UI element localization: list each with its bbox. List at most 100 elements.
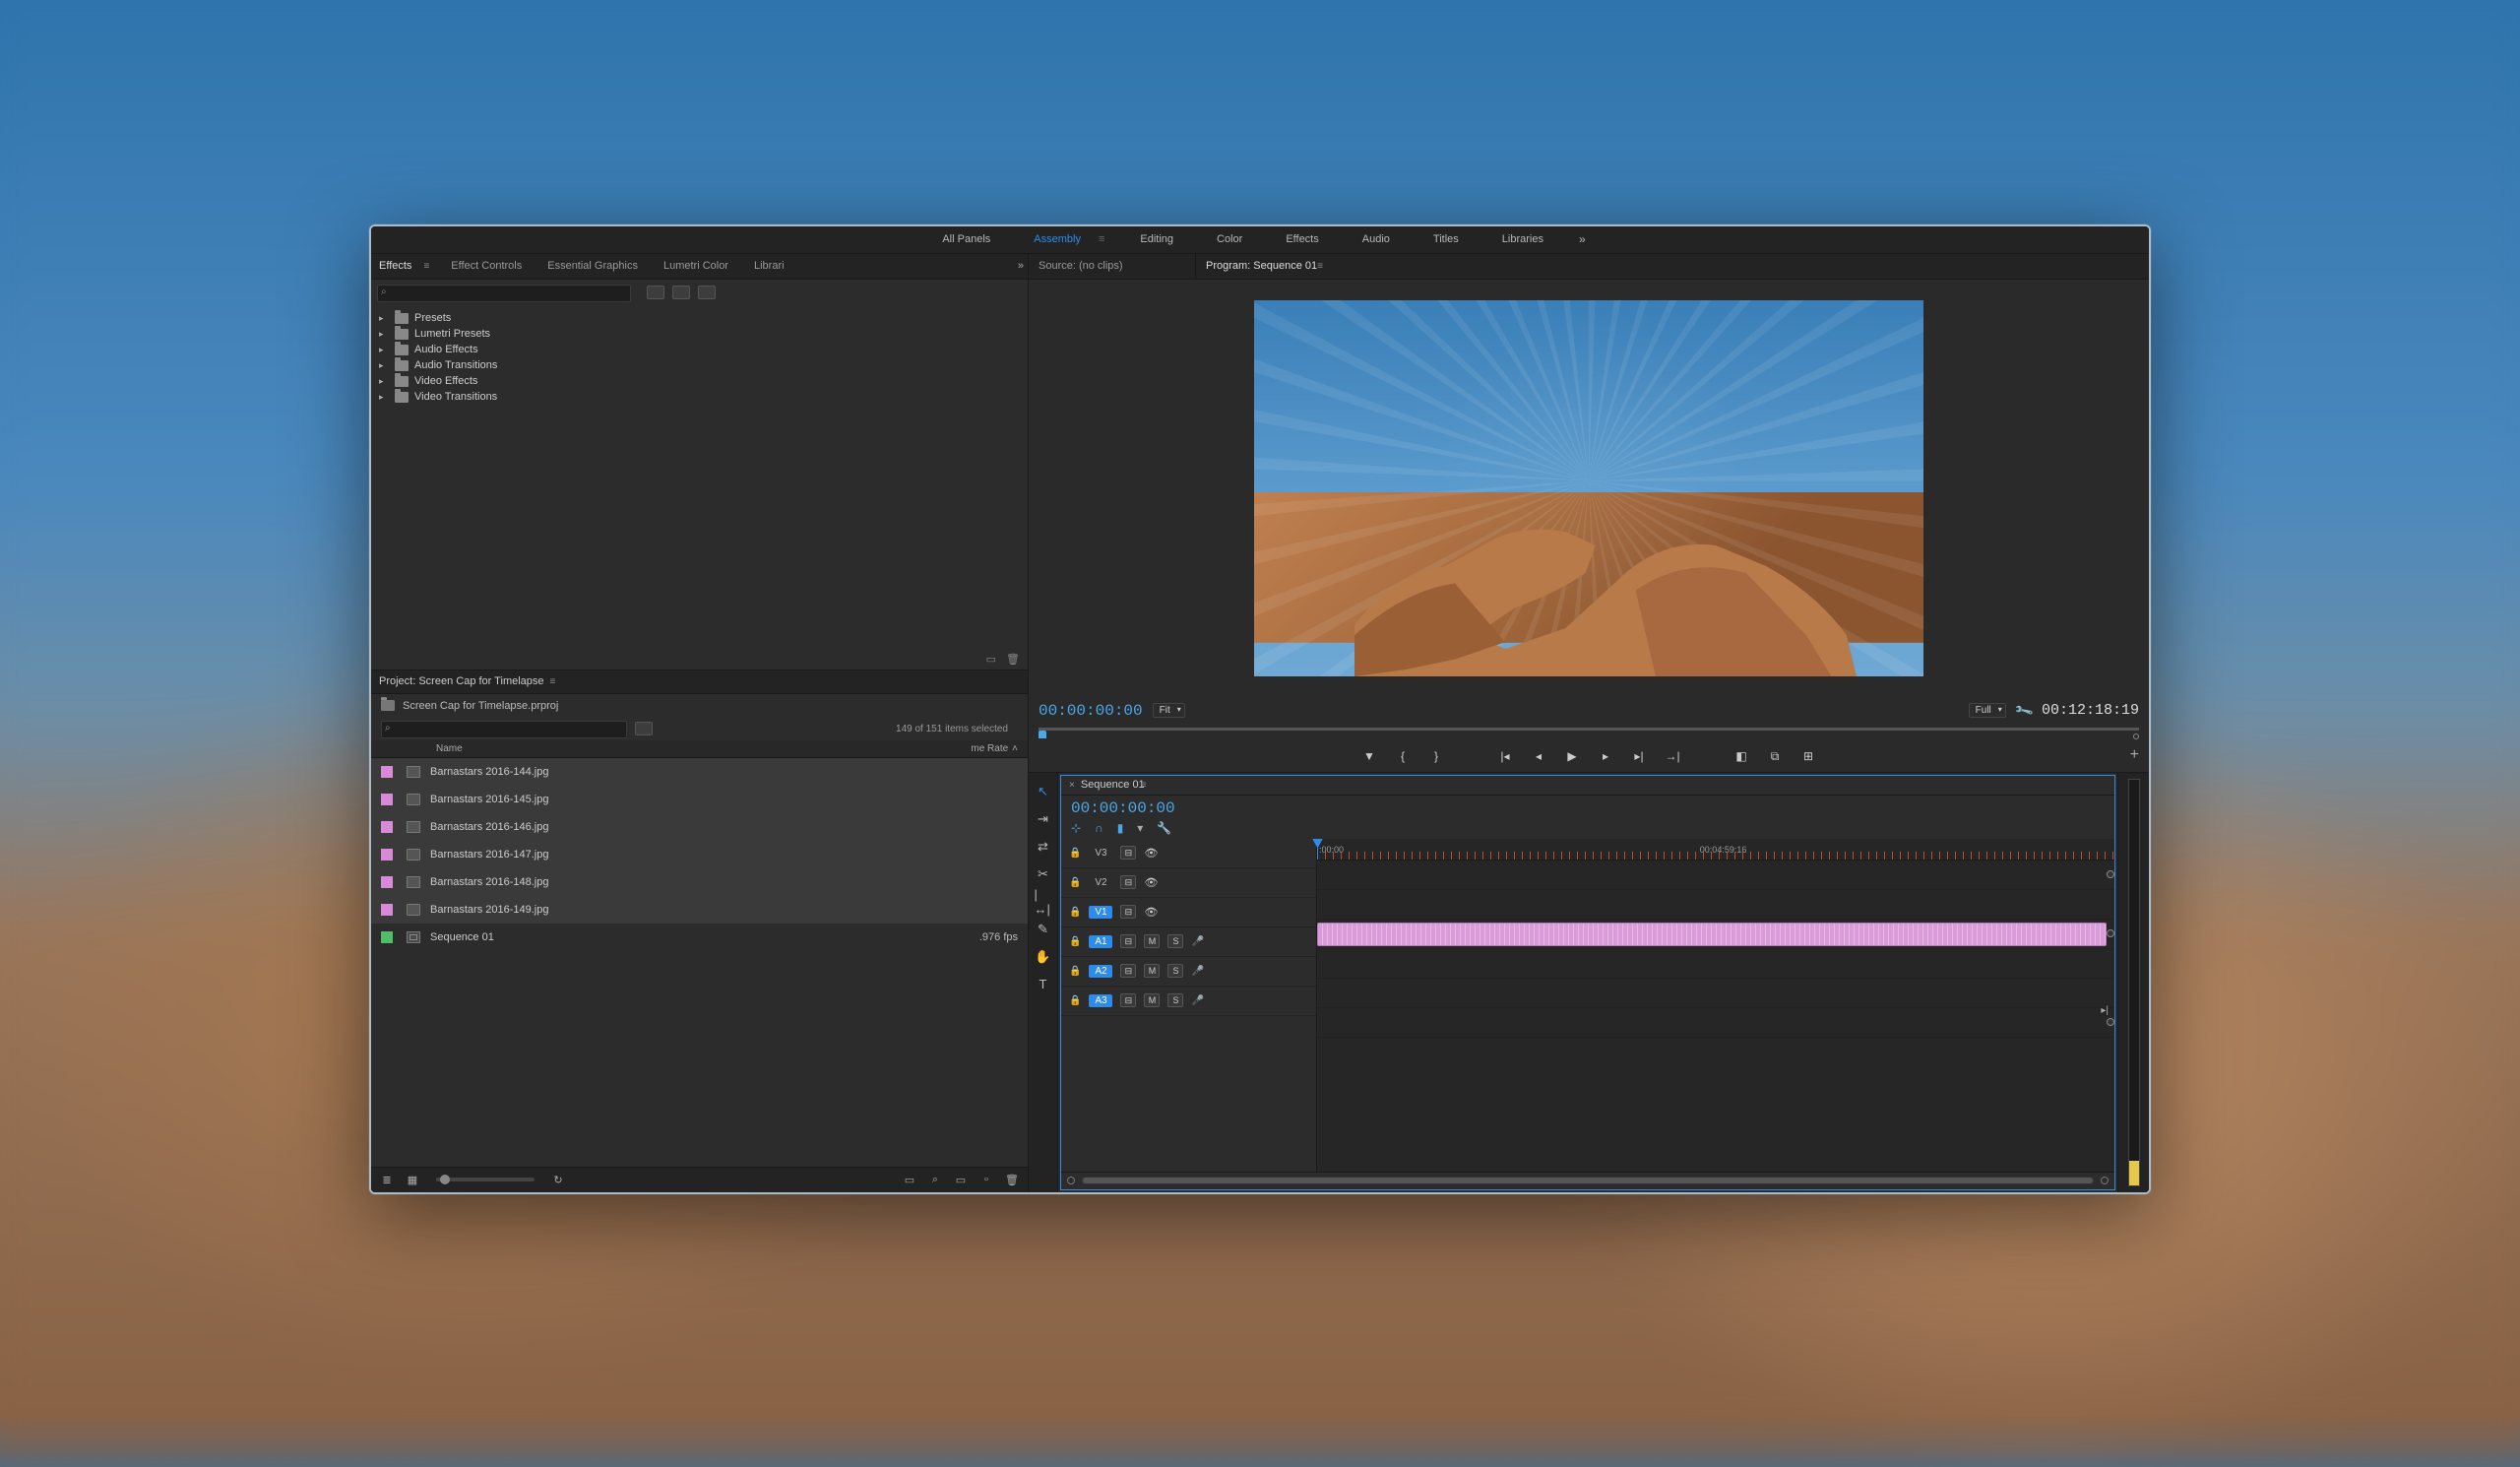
go-to-out-button[interactable]: ▸| [1630, 749, 1648, 763]
timeline-settings-icon[interactable]: ▾ [1137, 821, 1143, 835]
playhead-marker-icon[interactable] [1039, 731, 1046, 738]
sequence-tab[interactable]: Sequence 01 [1081, 779, 1145, 791]
tab-libraries-clipped[interactable]: Librari [750, 256, 788, 276]
track-select-tool[interactable]: ⇥ [1035, 810, 1052, 828]
slip-tool[interactable]: |↔| [1035, 893, 1052, 911]
new-item-button[interactable]: ▫ [978, 1173, 994, 1186]
workspace-menu-icon[interactable]: ≡ [1099, 233, 1104, 245]
clip-row[interactable]: Sequence 01.976 fps [371, 924, 1028, 951]
lock-icon[interactable]: 🔒 [1069, 848, 1081, 859]
sync-lock-icon[interactable]: ⊟ [1120, 964, 1136, 978]
tree-audio-effects[interactable]: ▸Audio Effects [371, 342, 1028, 357]
tree-video-effects[interactable]: ▸Video Effects [371, 373, 1028, 389]
work-area-marker[interactable] [2107, 1018, 2114, 1026]
track-target[interactable]: A2 [1089, 965, 1112, 978]
clip-row[interactable]: Barnastars 2016-146.jpg [371, 813, 1028, 841]
preset-filter-3-button[interactable] [698, 286, 716, 299]
selection-tool[interactable]: ↖ [1035, 783, 1052, 800]
sync-lock-icon[interactable]: ⊟ [1120, 993, 1136, 1007]
project-bin-icon[interactable] [381, 700, 395, 711]
sync-lock-icon[interactable]: ⊟ [1120, 846, 1136, 860]
razor-tool[interactable]: ✂ [1035, 865, 1052, 883]
lock-icon[interactable]: 🔒 [1069, 936, 1081, 947]
audio-track-header[interactable]: 🔒 A2 ⊟ M S 🎤 [1061, 957, 1316, 987]
audio-track-header[interactable]: 🔒 A1 ⊟ M S 🎤 [1061, 927, 1316, 957]
linked-selection-icon[interactable]: ∩ [1095, 821, 1103, 835]
lock-icon[interactable]: 🔒 [1069, 907, 1081, 918]
mark-out-button[interactable]: } [1427, 749, 1445, 763]
audio-track-header[interactable]: 🔒 A3 ⊟ M S 🎤 [1061, 987, 1316, 1016]
tab-essential-graphics[interactable]: Essential Graphics [543, 256, 642, 276]
playhead[interactable] [1317, 839, 1318, 860]
timeline-clip[interactable] [1317, 923, 2107, 946]
zoom-in-handle[interactable] [2101, 1177, 2109, 1184]
col-header-rate[interactable]: me Rate ˄ [939, 743, 1018, 754]
project-filter-button[interactable] [635, 722, 653, 735]
sync-lock-icon[interactable]: ⊟ [1120, 905, 1136, 919]
ripple-edit-tool[interactable]: ⇄ [1035, 838, 1052, 856]
export-frame-button[interactable]: ◧ [1732, 749, 1750, 763]
col-header-name[interactable]: Name [381, 743, 939, 754]
toggle-track-output-icon[interactable]: 👁 [1144, 847, 1158, 860]
voice-over-icon[interactable]: 🎤 [1191, 995, 1203, 1006]
preset-filter-1-button[interactable] [647, 286, 664, 299]
clip-row[interactable]: Barnastars 2016-147.jpg [371, 841, 1028, 868]
time-scale[interactable]: :00:00 00:04:59:16 [1317, 839, 2114, 861]
track-target[interactable]: A3 [1089, 994, 1112, 1007]
lock-icon[interactable]: 🔒 [1069, 995, 1081, 1006]
track-target[interactable]: V2 [1089, 876, 1112, 889]
workspace-all-panels[interactable]: All Panels [934, 230, 998, 248]
find-button[interactable]: ⌕ [927, 1173, 943, 1186]
settings-wrench-icon[interactable]: 🔧 [2013, 700, 2035, 722]
resolution-select[interactable]: Full [1969, 703, 2006, 718]
close-sequence-icon[interactable]: × [1069, 780, 1075, 791]
tab-effects[interactable]: Effects [375, 256, 415, 276]
workspace-titles[interactable]: Titles [1425, 230, 1467, 248]
wrench-icon[interactable]: 🔧 [1157, 821, 1171, 835]
clip-row[interactable]: Barnastars 2016-145.jpg [371, 786, 1028, 813]
out-point-icon[interactable] [2133, 734, 2139, 739]
toggle-track-output-icon[interactable]: 👁 [1144, 906, 1158, 919]
tree-lumetri-presets[interactable]: ▸Lumetri Presets [371, 326, 1028, 342]
video-track-header[interactable]: 🔒 V3 ⊟ 👁 [1061, 839, 1316, 868]
project-panel-menu-icon[interactable]: ≡ [550, 676, 556, 687]
video-track-header[interactable]: 🔒 V2 ⊟ 👁 [1061, 868, 1316, 898]
comparison-view-button[interactable]: ⧉ [1766, 749, 1784, 764]
project-search-input[interactable] [381, 721, 627, 738]
thumbnail-zoom-slider[interactable] [436, 1178, 535, 1181]
audio-meter[interactable] [2117, 773, 2149, 1192]
source-monitor-tab[interactable]: Source: (no clips) [1029, 255, 1133, 277]
list-view-button[interactable]: ≣ [379, 1173, 395, 1186]
mute-button[interactable]: M [1144, 934, 1160, 948]
tab-lumetri-color[interactable]: Lumetri Color [660, 256, 732, 276]
mute-button[interactable]: M [1144, 993, 1160, 1007]
program-monitor-tab[interactable]: Program: Sequence 01 [1196, 255, 1327, 277]
icon-view-button[interactable]: ▦ [405, 1173, 420, 1186]
sequence-tab-menu-icon[interactable]: ≡ [1141, 780, 1147, 791]
go-to-in-button[interactable]: |◂ [1496, 749, 1514, 763]
hand-tool[interactable]: ✋ [1035, 948, 1052, 966]
timeline-zoom-scrollbar[interactable] [1081, 1177, 2095, 1184]
snap-toggle-icon[interactable]: ⊹ [1071, 821, 1081, 835]
work-area-marker[interactable] [2107, 929, 2114, 937]
solo-button[interactable]: S [1167, 964, 1183, 978]
voice-over-icon[interactable]: 🎤 [1191, 936, 1203, 947]
track-content-area[interactable]: :00:00 00:04:59:16 [1317, 839, 2114, 1172]
workspace-overflow-icon[interactable]: » [1579, 232, 1586, 246]
mute-button[interactable]: M [1144, 964, 1160, 978]
track-target[interactable]: V3 [1089, 847, 1112, 860]
program-timecode-current[interactable]: 00:00:00:00 [1039, 702, 1143, 720]
clip-row[interactable]: Barnastars 2016-148.jpg [371, 868, 1028, 896]
work-area-marker[interactable] [2107, 870, 2114, 878]
program-time-ruler[interactable] [1039, 728, 2139, 741]
delete-button[interactable]: 🗑 [1004, 1173, 1020, 1186]
delete-icon[interactable]: 🗑 [1006, 653, 1020, 666]
program-tab-menu-icon[interactable]: ≡ [1317, 261, 1323, 272]
tab-effects-menu-icon[interactable]: ≡ [423, 261, 429, 272]
tab-overflow-icon[interactable]: » [1018, 260, 1024, 272]
lock-icon[interactable]: 🔒 [1069, 877, 1081, 888]
sync-lock-icon[interactable]: ⊟ [1120, 934, 1136, 948]
workspace-assembly[interactable]: Assembly [1026, 230, 1089, 248]
go-to-sequence-end-icon[interactable]: ▸| [2101, 1005, 2109, 1016]
zoom-out-handle[interactable] [1067, 1177, 1075, 1184]
